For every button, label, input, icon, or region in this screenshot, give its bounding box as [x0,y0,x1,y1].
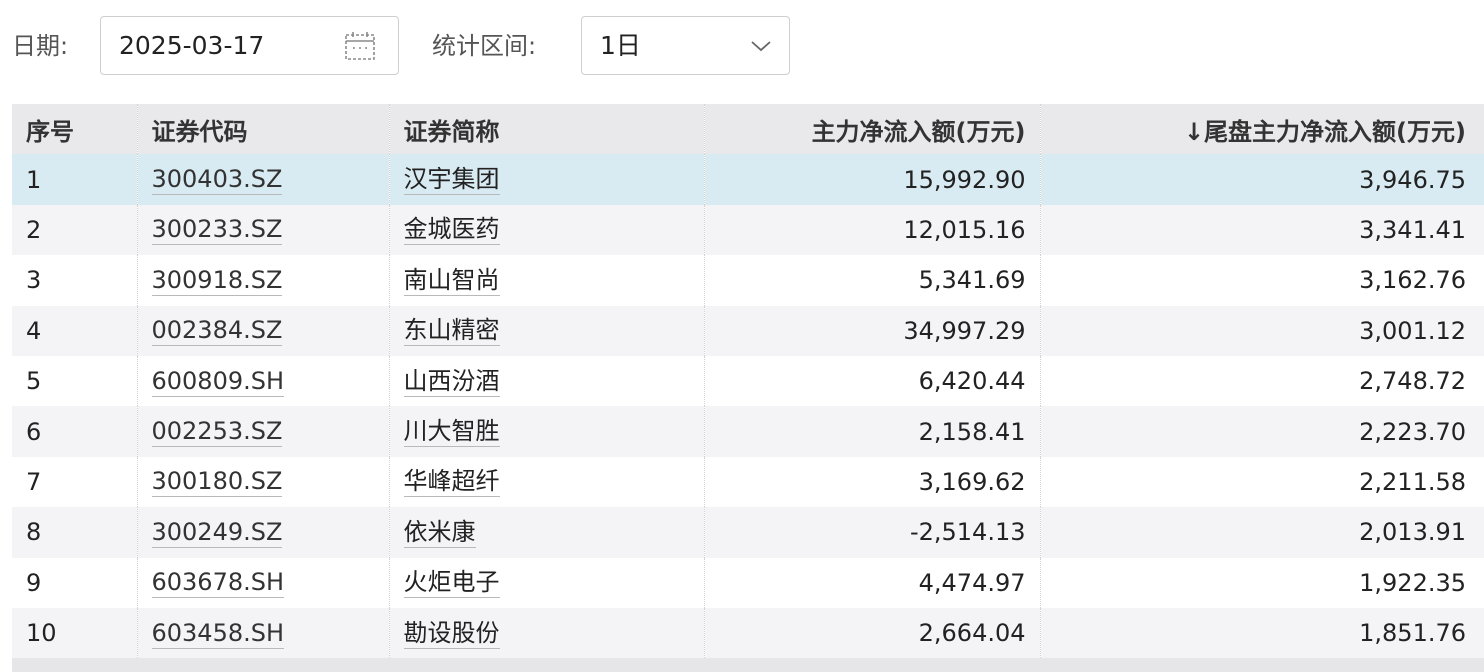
security-code-link[interactable]: 300233.SZ [151,214,283,246]
cell-main-net-inflow: 3,169.62 [704,456,1041,508]
cell-main-net-inflow: 2,158.41 [704,406,1041,457]
security-code-link[interactable]: 002253.SZ [151,416,283,448]
cell-main-net-inflow: 6,420.44 [704,355,1041,407]
cell-name: 火炬电子 [389,557,705,608]
security-name-link[interactable]: 南山智尚 [403,265,500,296]
range-select[interactable]: 1日 [581,16,790,75]
range-label: 统计区间: [432,32,537,60]
cell-code: 603458.SH [137,607,390,659]
cell-name: 华峰超纤 [389,456,705,508]
cell-name: 汉宇集团 [389,154,705,205]
security-name-link[interactable]: 东山精密 [403,315,500,347]
security-code-link[interactable]: 300249.SZ [151,517,283,548]
cell-main-net-inflow: -2,514.13 [704,507,1041,558]
cell-main-net-inflow: 15,992.90 [704,154,1041,205]
security-name-link[interactable]: 火炬电子 [403,567,500,599]
table-header-row: 序号 证券代码 证券简称 主力净流入额(万元) ↓尾盘主力净流入额(万元) [12,104,1484,155]
cell-tail-main-net-inflow: 3,001.12 [1359,316,1466,345]
cell-index: 8 [12,507,138,558]
security-code-link[interactable]: 603458.SH [151,618,285,649]
cell-code: 300918.SZ [137,255,390,306]
table-row[interactable]: 5 600809.SH 山西汾酒 6,420.44 2,748.72 [12,355,1484,407]
security-name-link[interactable]: 汉宇集团 [403,164,500,196]
table-row[interactable]: 6 002253.SZ 川大智胜 2,158.41 2,223.70 [12,406,1484,457]
date-label: 日期: [12,32,69,60]
cell-main-net-inflow: 34,997.29 [704,305,1041,356]
security-code-link[interactable]: 002384.SZ [151,315,283,347]
chevron-down-icon[interactable] [748,37,774,55]
cell-name: 金城医药 [389,204,705,256]
table-row[interactable]: 4 002384.SZ 东山精密 34,997.29 3,001.12 [12,305,1484,356]
security-name-link[interactable]: 金城医药 [403,214,500,246]
cell-index: 9 [12,557,138,608]
cell-index: 1 [12,154,138,205]
cell-code: 603678.SH [137,557,390,608]
security-name-link[interactable]: 依米康 [403,517,476,548]
column-header-name[interactable]: 证券简称 [389,104,705,155]
cell-code: 600809.SH [137,355,390,407]
table-row[interactable]: 8 300249.SZ 依米康 -2,514.13 2,013.91 [12,507,1484,558]
security-code-link[interactable]: 300180.SZ [151,466,283,498]
cell-tail-main-net-inflow: 1,922.35 [1359,568,1466,597]
security-code-link[interactable]: 300403.SZ [151,164,283,196]
column-header-index[interactable]: 序号 [12,104,138,155]
security-name-link[interactable]: 华峰超纤 [403,466,500,498]
cell-tail-main-net-inflow: 1,851.76 [1359,619,1466,648]
cell-tail-main-net-inflow: 2,223.70 [1359,417,1466,446]
security-code-link[interactable]: 603678.SH [151,567,285,599]
cell-code: 002253.SZ [137,406,390,457]
calendar-icon[interactable] [344,31,376,61]
cell-name: 依米康 [389,507,705,558]
table-row[interactable]: 3 300918.SZ 南山智尚 5,341.69 3,162.76 [12,255,1484,306]
cell-name: 勘设股份 [389,607,705,659]
cell-index: 5 [12,355,138,407]
column-header-main-net-inflow[interactable]: 主力净流入额(万元) [704,104,1041,155]
date-value: 2025-03-17 [119,31,265,60]
cell-main-net-inflow: 4,474.97 [704,557,1041,608]
cell-code: 300233.SZ [137,204,390,256]
security-code-link[interactable]: 300918.SZ [151,265,283,296]
cell-name: 南山智尚 [389,255,705,306]
filter-bar: 日期: 2025-03-17 统计区间: 1日 [0,0,1484,90]
cell-name: 川大智胜 [389,406,705,457]
cell-code: 300180.SZ [137,456,390,508]
table-row[interactable]: 2 300233.SZ 金城医药 12,015.16 3,341.41 [12,204,1484,256]
cell-tail-main-net-inflow: 3,162.76 [1359,266,1466,295]
table-row[interactable]: 10 603458.SH 勘设股份 2,664.04 1,851.76 [12,607,1484,659]
cell-tail-main-net-inflow: 3,946.75 [1359,165,1466,194]
cell-main-net-inflow: 12,015.16 [704,204,1041,256]
cell-name: 东山精密 [389,305,705,356]
security-name-link[interactable]: 山西汾酒 [403,366,500,397]
range-value: 1日 [600,31,641,60]
cell-tail-main-net-inflow: 2,211.58 [1359,467,1466,496]
cell-code: 002384.SZ [137,305,390,356]
cell-tail-main-net-inflow: 2,748.72 [1359,367,1466,396]
date-picker[interactable]: 2025-03-17 [100,16,399,75]
cell-main-net-inflow: 5,341.69 [704,255,1041,306]
cell-index: 10 [12,607,138,659]
security-name-link[interactable]: 川大智胜 [403,416,500,448]
table-row[interactable]: 1 300403.SZ 汉宇集团 15,992.90 3,946.75 [12,154,1484,205]
security-name-link[interactable]: 勘设股份 [403,618,500,649]
cell-index: 6 [12,406,138,457]
next-row-peek [12,658,1484,672]
column-header-tail-main-net-inflow[interactable]: ↓尾盘主力净流入额(万元) [1040,104,1484,154]
cell-index: 3 [12,255,138,306]
cell-tail-main-net-inflow: 3,341.41 [1359,215,1466,244]
cell-main-net-inflow: 2,664.04 [704,607,1041,659]
cell-index: 2 [12,204,138,256]
fund-flow-table: 序号 证券代码 证券简称 主力净流入额(万元) ↓尾盘主力净流入额(万元) 13… [12,104,1484,659]
cell-index: 4 [12,305,138,356]
cell-code: 300249.SZ [137,507,390,558]
cell-index: 7 [12,456,138,508]
cell-tail-main-net-inflow: 2,013.91 [1359,518,1466,547]
column-header-code[interactable]: 证券代码 [137,104,390,155]
security-code-link[interactable]: 600809.SH [151,366,285,397]
cell-name: 山西汾酒 [389,355,705,407]
table-row[interactable]: 9 603678.SH 火炬电子 4,474.97 1,922.35 [12,557,1484,608]
cell-code: 300403.SZ [137,154,390,205]
table-row[interactable]: 7 300180.SZ 华峰超纤 3,169.62 2,211.58 [12,456,1484,508]
